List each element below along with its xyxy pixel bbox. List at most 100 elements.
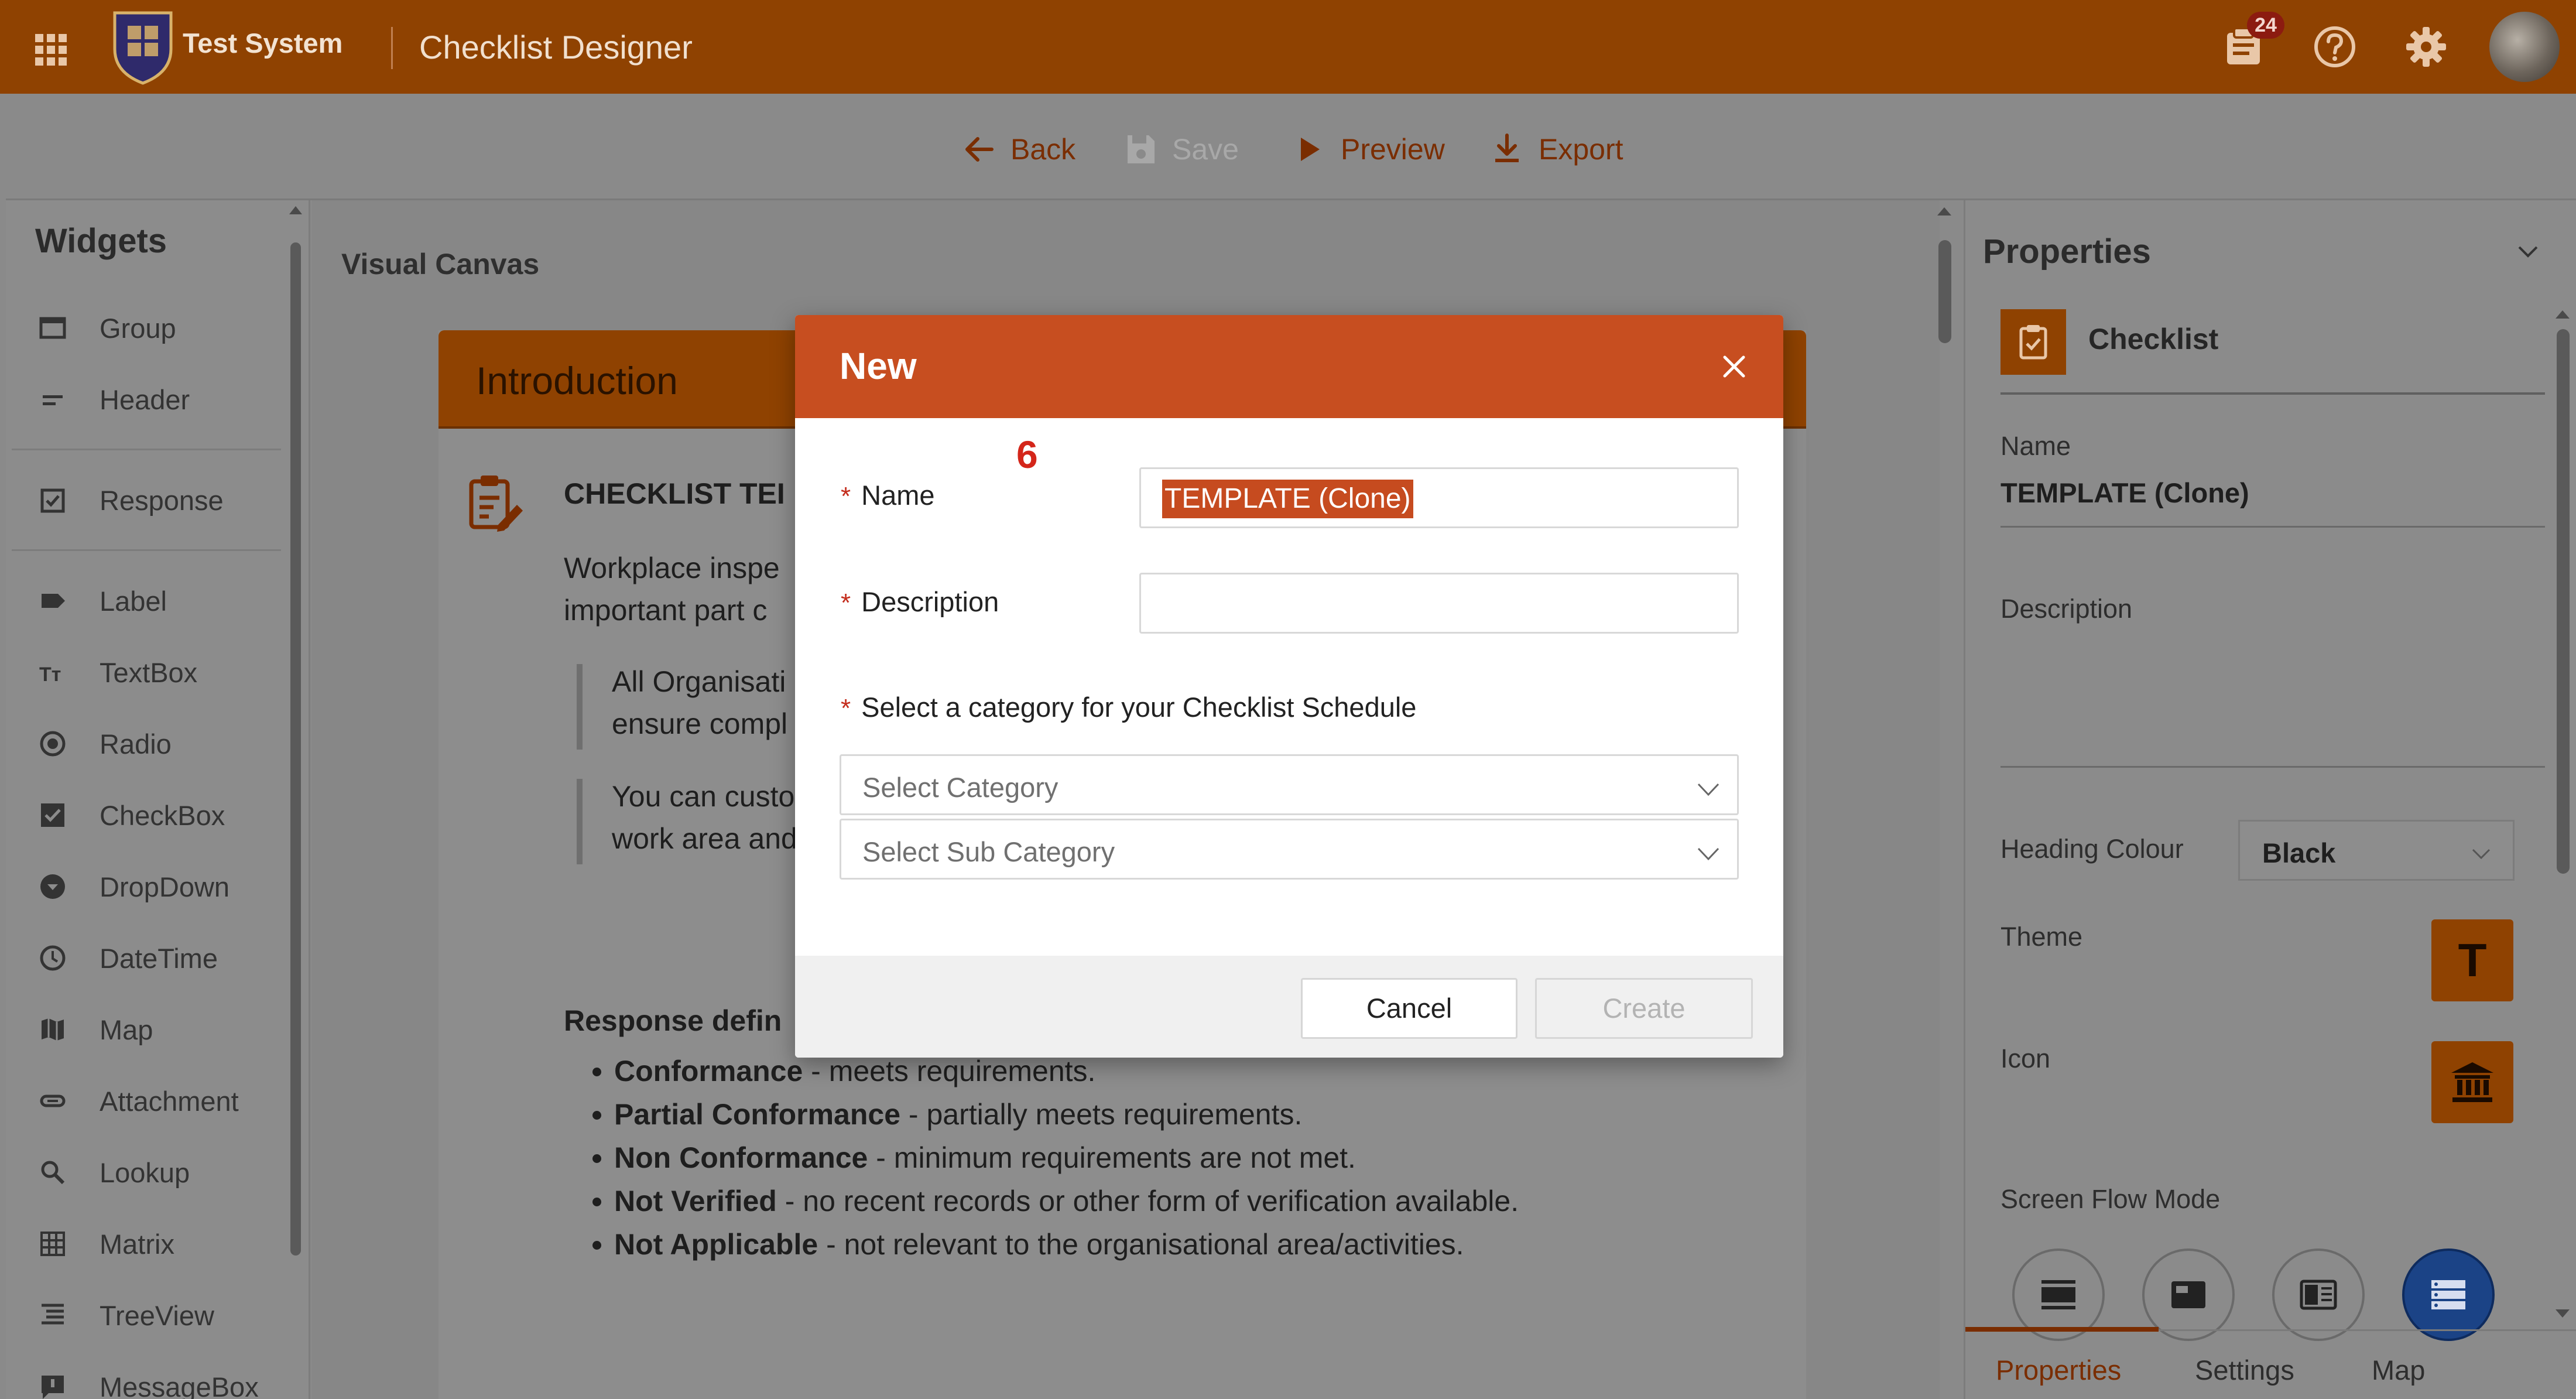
export-button[interactable]: Export <box>1489 129 1623 170</box>
tab-map[interactable]: Map <box>2372 1354 2425 1386</box>
flow-split-icon <box>2300 1280 2337 1310</box>
scroll-down-icon[interactable] <box>2551 1305 2574 1322</box>
dialog-header: New <box>795 315 1783 418</box>
widget-matrix[interactable]: Matrix <box>35 1220 174 1267</box>
checklist-type-icon <box>2000 309 2066 375</box>
app-name: Test System <box>183 28 343 59</box>
cancel-button[interactable]: Cancel <box>1301 978 1517 1039</box>
response-definitions-list: Conformance - meets requirements. Partia… <box>614 1049 1519 1266</box>
name-label: Name <box>2000 431 2071 461</box>
chevron-down-icon[interactable] <box>2513 237 2543 266</box>
description-input[interactable] <box>1139 573 1739 634</box>
map-icon <box>35 1012 70 1047</box>
widget-checkbox[interactable]: CheckBox <box>35 792 225 839</box>
flow-mode-split-button[interactable] <box>2272 1249 2365 1341</box>
flow-card-icon <box>2171 1281 2205 1308</box>
widget-dropdown[interactable]: DropDown <box>35 863 229 910</box>
widget-lookup[interactable]: Lookup <box>35 1149 190 1196</box>
quote-bar <box>577 664 583 750</box>
header-divider <box>391 27 393 69</box>
widget-messagebox[interactable]: MessageBox <box>35 1363 259 1399</box>
checkbox-icon <box>35 798 70 833</box>
widget-label: DateTime <box>100 942 218 974</box>
card-title: Introduction <box>476 359 678 402</box>
user-avatar[interactable] <box>2489 12 2560 82</box>
tab-properties[interactable]: Properties <box>1996 1354 2121 1386</box>
canvas-scrollbar[interactable] <box>1934 200 1955 1399</box>
widget-separator <box>12 449 281 450</box>
name-input-selected-text: TEMPLATE (Clone) <box>1162 480 1413 518</box>
widget-map[interactable]: Map <box>35 1006 153 1053</box>
label-icon <box>35 583 70 618</box>
description-field-label: * Description <box>841 586 999 617</box>
response-icon <box>35 483 70 518</box>
attachment-icon <box>35 1083 70 1118</box>
properties-scroll-thumb[interactable] <box>2557 329 2570 874</box>
description-label: Description <box>2000 594 2133 624</box>
widget-datetime[interactable]: DateTime <box>35 935 218 981</box>
widget-attachment[interactable]: Attachment <box>35 1078 239 1124</box>
theme-button[interactable]: T <box>2431 919 2513 1001</box>
widget-response[interactable]: Response <box>35 477 224 524</box>
widget-label: Header <box>100 384 190 415</box>
clipboard-edit-icon <box>469 476 523 532</box>
category-prompt: * Select a category for your Checklist Sc… <box>841 692 1417 723</box>
settings-gear-icon[interactable] <box>2402 22 2451 71</box>
description-underline[interactable] <box>2000 766 2545 768</box>
active-tab-indicator <box>1965 1327 2159 1332</box>
back-button[interactable]: Back <box>961 129 1075 170</box>
app-grid-icon[interactable] <box>35 34 67 66</box>
scroll-up-icon[interactable] <box>2551 306 2574 323</box>
scroll-up-icon[interactable] <box>287 200 304 218</box>
screen-flow-label: Screen Flow Mode <box>2000 1184 2221 1214</box>
create-button[interactable]: Create <box>1535 978 1753 1039</box>
designer-toolbar: Back Save Preview Export <box>6 94 2576 200</box>
help-icon[interactable] <box>2310 22 2359 71</box>
name-input[interactable]: TEMPLATE (Clone) <box>1139 467 1739 528</box>
quote-text-line: You can custo <box>612 780 795 813</box>
widget-textbox[interactable]: Tт TextBox <box>35 649 197 696</box>
svg-text:Tт: Tт <box>39 663 61 686</box>
widgets-scrollbar[interactable] <box>287 200 304 1399</box>
selected-item-title: Checklist <box>2088 323 2219 355</box>
save-button[interactable]: Save <box>1123 129 1239 170</box>
widget-radio[interactable]: Radio <box>35 720 172 767</box>
name-value[interactable]: TEMPLATE (Clone) <box>2000 477 2249 509</box>
tab-settings[interactable]: Settings <box>2195 1354 2294 1386</box>
heading-colour-value: Black <box>2262 837 2336 868</box>
bank-icon <box>2451 1062 2493 1102</box>
flow-mode-list-button[interactable] <box>2402 1249 2495 1341</box>
widget-header[interactable]: Header <box>35 376 190 423</box>
textbox-icon: Tт <box>35 655 70 690</box>
widget-label: Matrix <box>100 1228 174 1260</box>
app-header: Test System Checklist Designer 24 <box>0 0 2576 94</box>
checklist-heading: CHECKLIST TEI <box>564 477 785 510</box>
close-icon[interactable] <box>1715 348 1753 385</box>
widget-label: TextBox <box>100 656 198 688</box>
required-asterisk: * <box>841 482 851 511</box>
widget-group[interactable]: Group <box>35 305 176 351</box>
response-definitions-title: Response defin <box>564 1004 782 1037</box>
preview-button[interactable]: Preview <box>1292 129 1445 170</box>
intro-text-line: important part c <box>564 594 768 627</box>
page-title: Checklist Designer <box>419 29 693 66</box>
category-select[interactable]: Select Category <box>840 754 1739 815</box>
heading-colour-select[interactable]: Black <box>2238 820 2515 881</box>
back-label: Back <box>1010 133 1076 166</box>
flow-full-icon <box>2041 1280 2075 1309</box>
widgets-scroll-thumb[interactable] <box>290 242 301 1256</box>
header-icon <box>35 382 70 417</box>
new-checklist-dialog: New * Name 6 TEMPLATE (Clone) * Descriptio… <box>795 315 1783 1058</box>
list-item: Non Conformance - minimum requirements a… <box>614 1136 1519 1179</box>
widget-treeview[interactable]: TreeView <box>35 1292 214 1339</box>
canvas-scroll-thumb[interactable] <box>1938 240 1951 343</box>
properties-scrollbar[interactable] <box>2551 306 2574 1330</box>
icon-picker-button[interactable] <box>2431 1041 2513 1123</box>
required-asterisk: * <box>841 589 851 617</box>
subcategory-select[interactable]: Select Sub Category <box>840 819 1739 880</box>
theme-label: Theme <box>2000 922 2083 952</box>
scroll-up-icon[interactable] <box>1934 200 1955 221</box>
widget-label: TreeView <box>100 1299 214 1331</box>
widget-label: Label <box>100 585 167 617</box>
widget-label[interactable]: Label <box>35 577 167 624</box>
